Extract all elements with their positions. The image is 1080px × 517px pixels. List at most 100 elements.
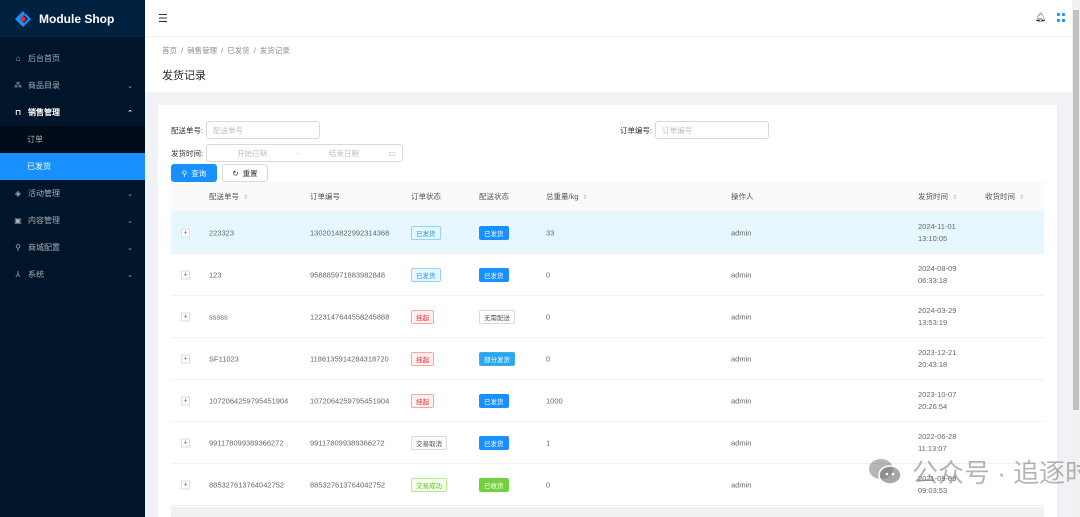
- sidebar-item-orders[interactable]: 订单: [0, 126, 145, 153]
- chevron-up-icon: ⌃: [127, 109, 133, 117]
- chevron-down-icon: ⌄: [127, 190, 133, 198]
- cell-weight: 0: [546, 312, 551, 321]
- breadcrumb-sales[interactable]: 销售管理: [187, 46, 217, 55]
- sidebar-item-dashboard[interactable]: ⌂ 后台首页: [0, 45, 145, 72]
- order-no-filter: 订单编号: 订单编号: [620, 121, 770, 139]
- sidebar-item-label: 系统: [28, 270, 44, 279]
- apps-icon[interactable]: [1057, 13, 1066, 22]
- home-icon: ⌂: [15, 54, 21, 63]
- order-status-badge: 交易成功: [411, 477, 447, 492]
- sidebar-item-label: 已发货: [27, 162, 51, 171]
- breadcrumb-separator: /: [181, 46, 184, 55]
- cell-operator: admin: [731, 438, 752, 447]
- cell-delivery-no: 991178099389366272: [209, 438, 284, 447]
- bell-icon[interactable]: 🔔︎: [1035, 12, 1046, 23]
- menu-fold-icon[interactable]: ☰: [158, 12, 168, 25]
- cell-operator: admin: [731, 312, 752, 321]
- page-header: 首页 / 销售管理 / 已发货 / 发货记录 发货记录: [145, 37, 1080, 92]
- expand-row-button[interactable]: +: [181, 270, 190, 279]
- sidebar-item-sales[interactable]: ⊓ 销售管理 ⌃: [0, 99, 145, 126]
- delivery-no-label: 配送单号:: [171, 125, 204, 135]
- sidebar-item-label: 订单: [27, 135, 43, 144]
- cell-delivery-no: SF11023: [209, 354, 239, 363]
- cell-ship-time: 2023-10-07 20:26:54: [918, 389, 957, 411]
- cell-delivery-no: sssss: [209, 312, 228, 321]
- expand-row-button[interactable]: +: [181, 396, 190, 405]
- cell-delivery-no: 123: [209, 270, 222, 279]
- delivery-status-badge: 已发货: [479, 225, 509, 240]
- start-date-input[interactable]: 开始日期: [237, 148, 267, 159]
- reset-button[interactable]: ↻ 重置: [222, 164, 268, 182]
- cell-ship-time: 2023-12-21 20:43:18: [918, 347, 957, 369]
- column-header-delivery-no[interactable]: 配送单号 ⇕: [209, 191, 248, 202]
- sidebar-item-system[interactable]: ⅄ 系统 ⌄: [0, 261, 145, 288]
- ship-time-label: 发货时间:: [171, 148, 204, 158]
- column-header-receive-time[interactable]: 收货时间 ⇕: [985, 191, 1024, 202]
- table-header: 配送单号 ⇕ 订单编号 订单状态 配送状态 总重量/kg ⇕ 操作人 发货时间 ⇕ 收…: [171, 182, 1044, 212]
- expand-row-button[interactable]: +: [181, 480, 190, 489]
- column-header-weight[interactable]: 总重量/kg ⇕: [546, 191, 588, 202]
- logo[interactable]: Module Shop: [0, 0, 145, 37]
- expand-row-button[interactable]: +: [181, 438, 190, 447]
- order-status-badge: 挂起: [411, 309, 434, 324]
- date-range-picker[interactable]: 开始日期 - 结束日期 ▭: [206, 144, 404, 162]
- cell-operator: admin: [731, 270, 752, 279]
- vertical-scrollbar[interactable]: [1072, 0, 1080, 517]
- delivery-status-badge: 部分发货: [479, 351, 515, 366]
- cell-weight: 0: [546, 480, 551, 489]
- delivery-no-input[interactable]: 配送单号: [206, 121, 321, 139]
- cell-order-no: 1186135914284318720: [310, 354, 389, 363]
- sidebar-item-catalog[interactable]: ⁂ 商品目录 ⌄: [0, 72, 145, 99]
- expand-row-button[interactable]: +: [181, 354, 190, 363]
- shopping-bag-icon: ⊓: [14, 108, 22, 117]
- table-row[interactable]: +1072064259795451904 1072064259795451904 挂…: [171, 380, 1044, 422]
- end-date-input[interactable]: 结束日期: [329, 148, 359, 159]
- main-area: ☰ 🔔︎ 首页 / 销售管理 / 已发货 / 发货记录 发货记录 配送单号: 配送单号 订单…: [145, 0, 1080, 517]
- sort-icon[interactable]: ⇕: [1019, 195, 1024, 201]
- column-header-ship-time[interactable]: 发货时间 ⇕: [918, 191, 957, 202]
- sidebar-item-config[interactable]: ⚲ 商城配置 ⌄: [0, 234, 145, 261]
- sidebar-item-label: 销售管理: [28, 108, 60, 117]
- breadcrumb-home[interactable]: 首页: [162, 46, 177, 55]
- table-row[interactable]: + sssss 1223147644558245888 挂起 无需配送 0 admin 202…: [171, 296, 1044, 338]
- sort-icon[interactable]: ⇕: [243, 195, 248, 201]
- order-no-input[interactable]: 订单编号: [655, 121, 770, 139]
- sort-icon[interactable]: ⇕: [952, 195, 957, 201]
- order-status-badge: 挂起: [411, 351, 434, 366]
- order-status-badge: 已发货: [411, 225, 441, 240]
- breadcrumb-shipped[interactable]: 已发货: [227, 46, 250, 55]
- breadcrumb-separator: /: [253, 46, 256, 55]
- horizontal-scrollbar[interactable]: [171, 507, 1044, 517]
- cell-delivery-no: 885327613764042752: [209, 480, 285, 489]
- search-button[interactable]: ⚲ 查询: [171, 164, 217, 182]
- sidebar-item-activities[interactable]: ◈ 活动管理 ⌄: [0, 180, 145, 207]
- expand-row-button[interactable]: +: [181, 228, 190, 237]
- cell-operator: admin: [731, 396, 752, 405]
- cell-ship-time: 2022-06-28 11:13:07: [918, 431, 957, 453]
- sort-icon[interactable]: ⇕: [583, 195, 588, 201]
- scrollbar-thumb[interactable]: [1073, 10, 1079, 410]
- sidebar-menu: ⌂ 后台首页 ⁂ 商品目录 ⌄ ⊓ 销售管理 ⌃ 订单 已发货 ◈ 活动管理 ⌄…: [0, 37, 145, 288]
- sidebar-item-shipped[interactable]: 已发货: [0, 153, 145, 180]
- sidebar-item-content[interactable]: ▣ 内容管理 ⌄: [0, 207, 145, 234]
- breadcrumb-separator: /: [221, 46, 224, 55]
- calendar-icon: ▭: [388, 148, 397, 158]
- ship-time-filter: 发货时间: 开始日期 - 结束日期 ▭: [171, 144, 404, 162]
- order-status-badge: 挂起: [411, 393, 434, 408]
- order-status-badge: 交易取消: [411, 435, 447, 450]
- cell-weight: 0: [546, 354, 551, 363]
- breadcrumb: 首页 / 销售管理 / 已发货 / 发货记录: [162, 45, 1063, 56]
- table-row[interactable]: +223323 1302014822992314368 已发货 已发货 33 admin 2…: [171, 212, 1044, 254]
- table-row[interactable]: +123 958885971883982848 已发货 已发货 0 admin 2024-0…: [171, 254, 1044, 296]
- table-row[interactable]: + SF11023 1186135914284318720 挂起 部分发货 0 admin 2…: [171, 338, 1044, 380]
- sidebar-item-label: 活动管理: [28, 189, 60, 198]
- cell-weight: 1: [546, 438, 551, 447]
- delivery-status-badge: 已发货: [479, 435, 509, 450]
- delivery-no-filter: 配送单号: 配送单号: [171, 121, 321, 139]
- chevron-down-icon: ⌄: [127, 244, 133, 252]
- sidebar-item-label: 商品目录: [28, 81, 60, 90]
- expand-row-button[interactable]: +: [181, 312, 190, 321]
- cell-operator: admin: [731, 354, 752, 363]
- reset-button-label: 重置: [242, 168, 258, 178]
- rocket-icon: ◈: [14, 189, 22, 198]
